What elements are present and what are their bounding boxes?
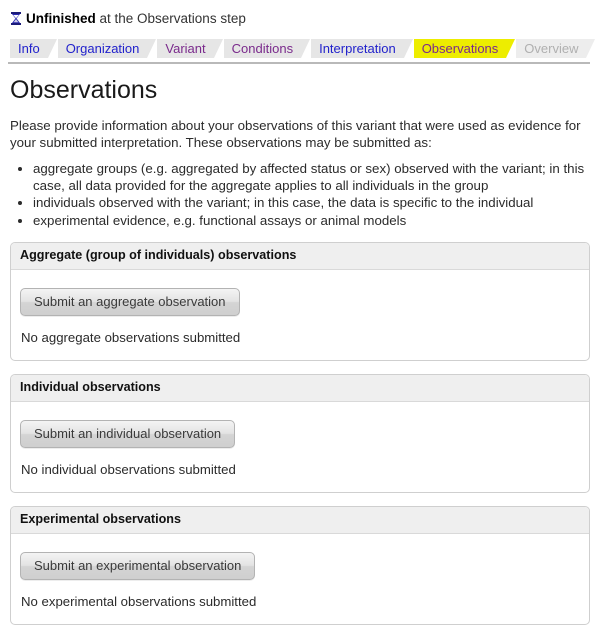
page-title: Observations (10, 76, 158, 104)
empty-state-text: No individual observations submitted (21, 462, 236, 477)
tab-variant[interactable]: Variant (157, 39, 223, 58)
panel-body: Submit an aggregate observation No aggre… (11, 270, 589, 360)
tab-organization[interactable]: Organization (57, 39, 157, 58)
panel-individual-observations: Individual observations Submit an indivi… (10, 374, 590, 493)
status-state: Unfinished (26, 11, 96, 26)
hourglass-icon (10, 12, 22, 25)
tab-conditions[interactable]: Conditions (223, 39, 311, 58)
panel-body: Submit an individual observation No indi… (11, 402, 589, 492)
empty-state-text: No experimental observations submitted (21, 594, 257, 609)
panel-experimental-observations: Experimental observations Submit an expe… (10, 506, 590, 625)
panel-header: Individual observations (11, 375, 589, 402)
list-item: individuals observed with the variant; i… (33, 195, 590, 212)
list-item: aggregate groups (e.g. aggregated by aff… (33, 161, 590, 194)
submit-experimental-observation-button[interactable]: Submit an experimental observation (20, 552, 256, 580)
status-line: Unfinished at the Observations step (10, 10, 600, 27)
tab-overview: Overview (516, 39, 596, 58)
intro-paragraph: Please provide information about your ob… (10, 118, 581, 150)
panel-header: Experimental observations (11, 507, 589, 534)
tab-interpretation[interactable]: Interpretation (311, 39, 413, 58)
observation-types-list: aggregate groups (e.g. aggregated by aff… (10, 161, 590, 229)
panel-header: Aggregate (group of individuals) observa… (11, 243, 589, 270)
status-rest: at the Observations step (95, 11, 246, 26)
wizard-tab-bar: Info Organization Variant Conditions Interpr… (0, 39, 600, 64)
submit-individual-observation-button[interactable]: Submit an individual observation (20, 420, 236, 448)
tab-observations[interactable]: Observations (413, 39, 515, 58)
tab-info[interactable]: Info (10, 39, 57, 58)
list-item: experimental evidence, e.g. functional a… (33, 213, 590, 230)
empty-state-text: No aggregate observations submitted (21, 330, 241, 345)
panel-aggregate-observations: Aggregate (group of individuals) observa… (10, 242, 590, 361)
tab-bar-divider (8, 62, 590, 64)
submit-aggregate-observation-button[interactable]: Submit an aggregate observation (20, 288, 240, 316)
panel-body: Submit an experimental observation No ex… (11, 534, 589, 624)
page-root: Unfinished at the Observations step Info… (0, 10, 600, 625)
